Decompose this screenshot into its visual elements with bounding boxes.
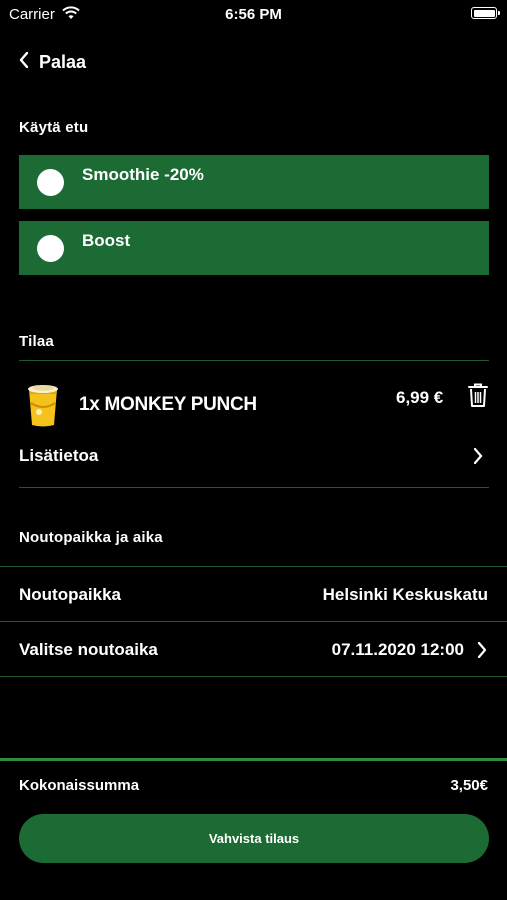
pickup-location-value: Helsinki Keskuskatu	[322, 585, 488, 604]
pickup-time-row[interactable]: Valitse noutoaika 07.11.2020 12:00	[0, 622, 507, 676]
order-item-price: 6,99 €	[396, 388, 444, 407]
chevron-right-icon	[473, 447, 483, 469]
total-value: 3,50€	[450, 777, 488, 794]
order-item-name: 1x MONKEY PUNCH	[79, 394, 257, 415]
confirm-order-button[interactable]: Vahvista tilaus	[19, 814, 489, 863]
pickup-time-value: 07.11.2020 12:00	[331, 640, 464, 659]
benefit-option-label: Smoothie -20%	[82, 165, 204, 184]
chevron-left-icon	[19, 51, 29, 73]
clock: 6:56 PM	[225, 6, 282, 23]
divider	[19, 487, 489, 488]
pickup-location-row[interactable]: Noutopaikka Helsinki Keskuskatu	[0, 567, 507, 621]
pickup-time-label: Valitse noutoaika	[19, 640, 158, 659]
benefit-option-label: Boost	[82, 231, 131, 250]
benefit-section-title: Käytä etu	[19, 119, 89, 136]
benefit-option-boost[interactable]: Boost	[19, 221, 489, 275]
battery-icon	[471, 7, 500, 19]
total-label: Kokonaissumma	[19, 777, 140, 794]
trash-icon[interactable]	[468, 382, 488, 413]
pickup-section-title: Noutopaikka ja aika	[19, 529, 163, 546]
total-separator	[0, 758, 507, 761]
more-info-label: Lisätietoa	[19, 446, 99, 465]
smoothie-cup-icon	[21, 381, 65, 429]
radio-button[interactable]	[37, 234, 64, 262]
back-button[interactable]: Palaa	[19, 51, 87, 73]
order-section-title: Tilaa	[19, 333, 54, 350]
back-label: Palaa	[39, 52, 87, 72]
radio-button[interactable]	[37, 168, 64, 196]
pickup-location-label: Noutopaikka	[19, 585, 122, 604]
confirm-order-label: Vahvista tilaus	[208, 831, 300, 846]
benefit-option-smoothie[interactable]: Smoothie -20%	[19, 155, 489, 209]
divider	[0, 676, 507, 677]
divider	[19, 360, 489, 361]
status-bar: Carrier 6:56 PM	[0, 0, 507, 28]
more-info-row[interactable]: Lisätietoa	[19, 442, 489, 472]
chevron-right-icon	[477, 641, 487, 663]
